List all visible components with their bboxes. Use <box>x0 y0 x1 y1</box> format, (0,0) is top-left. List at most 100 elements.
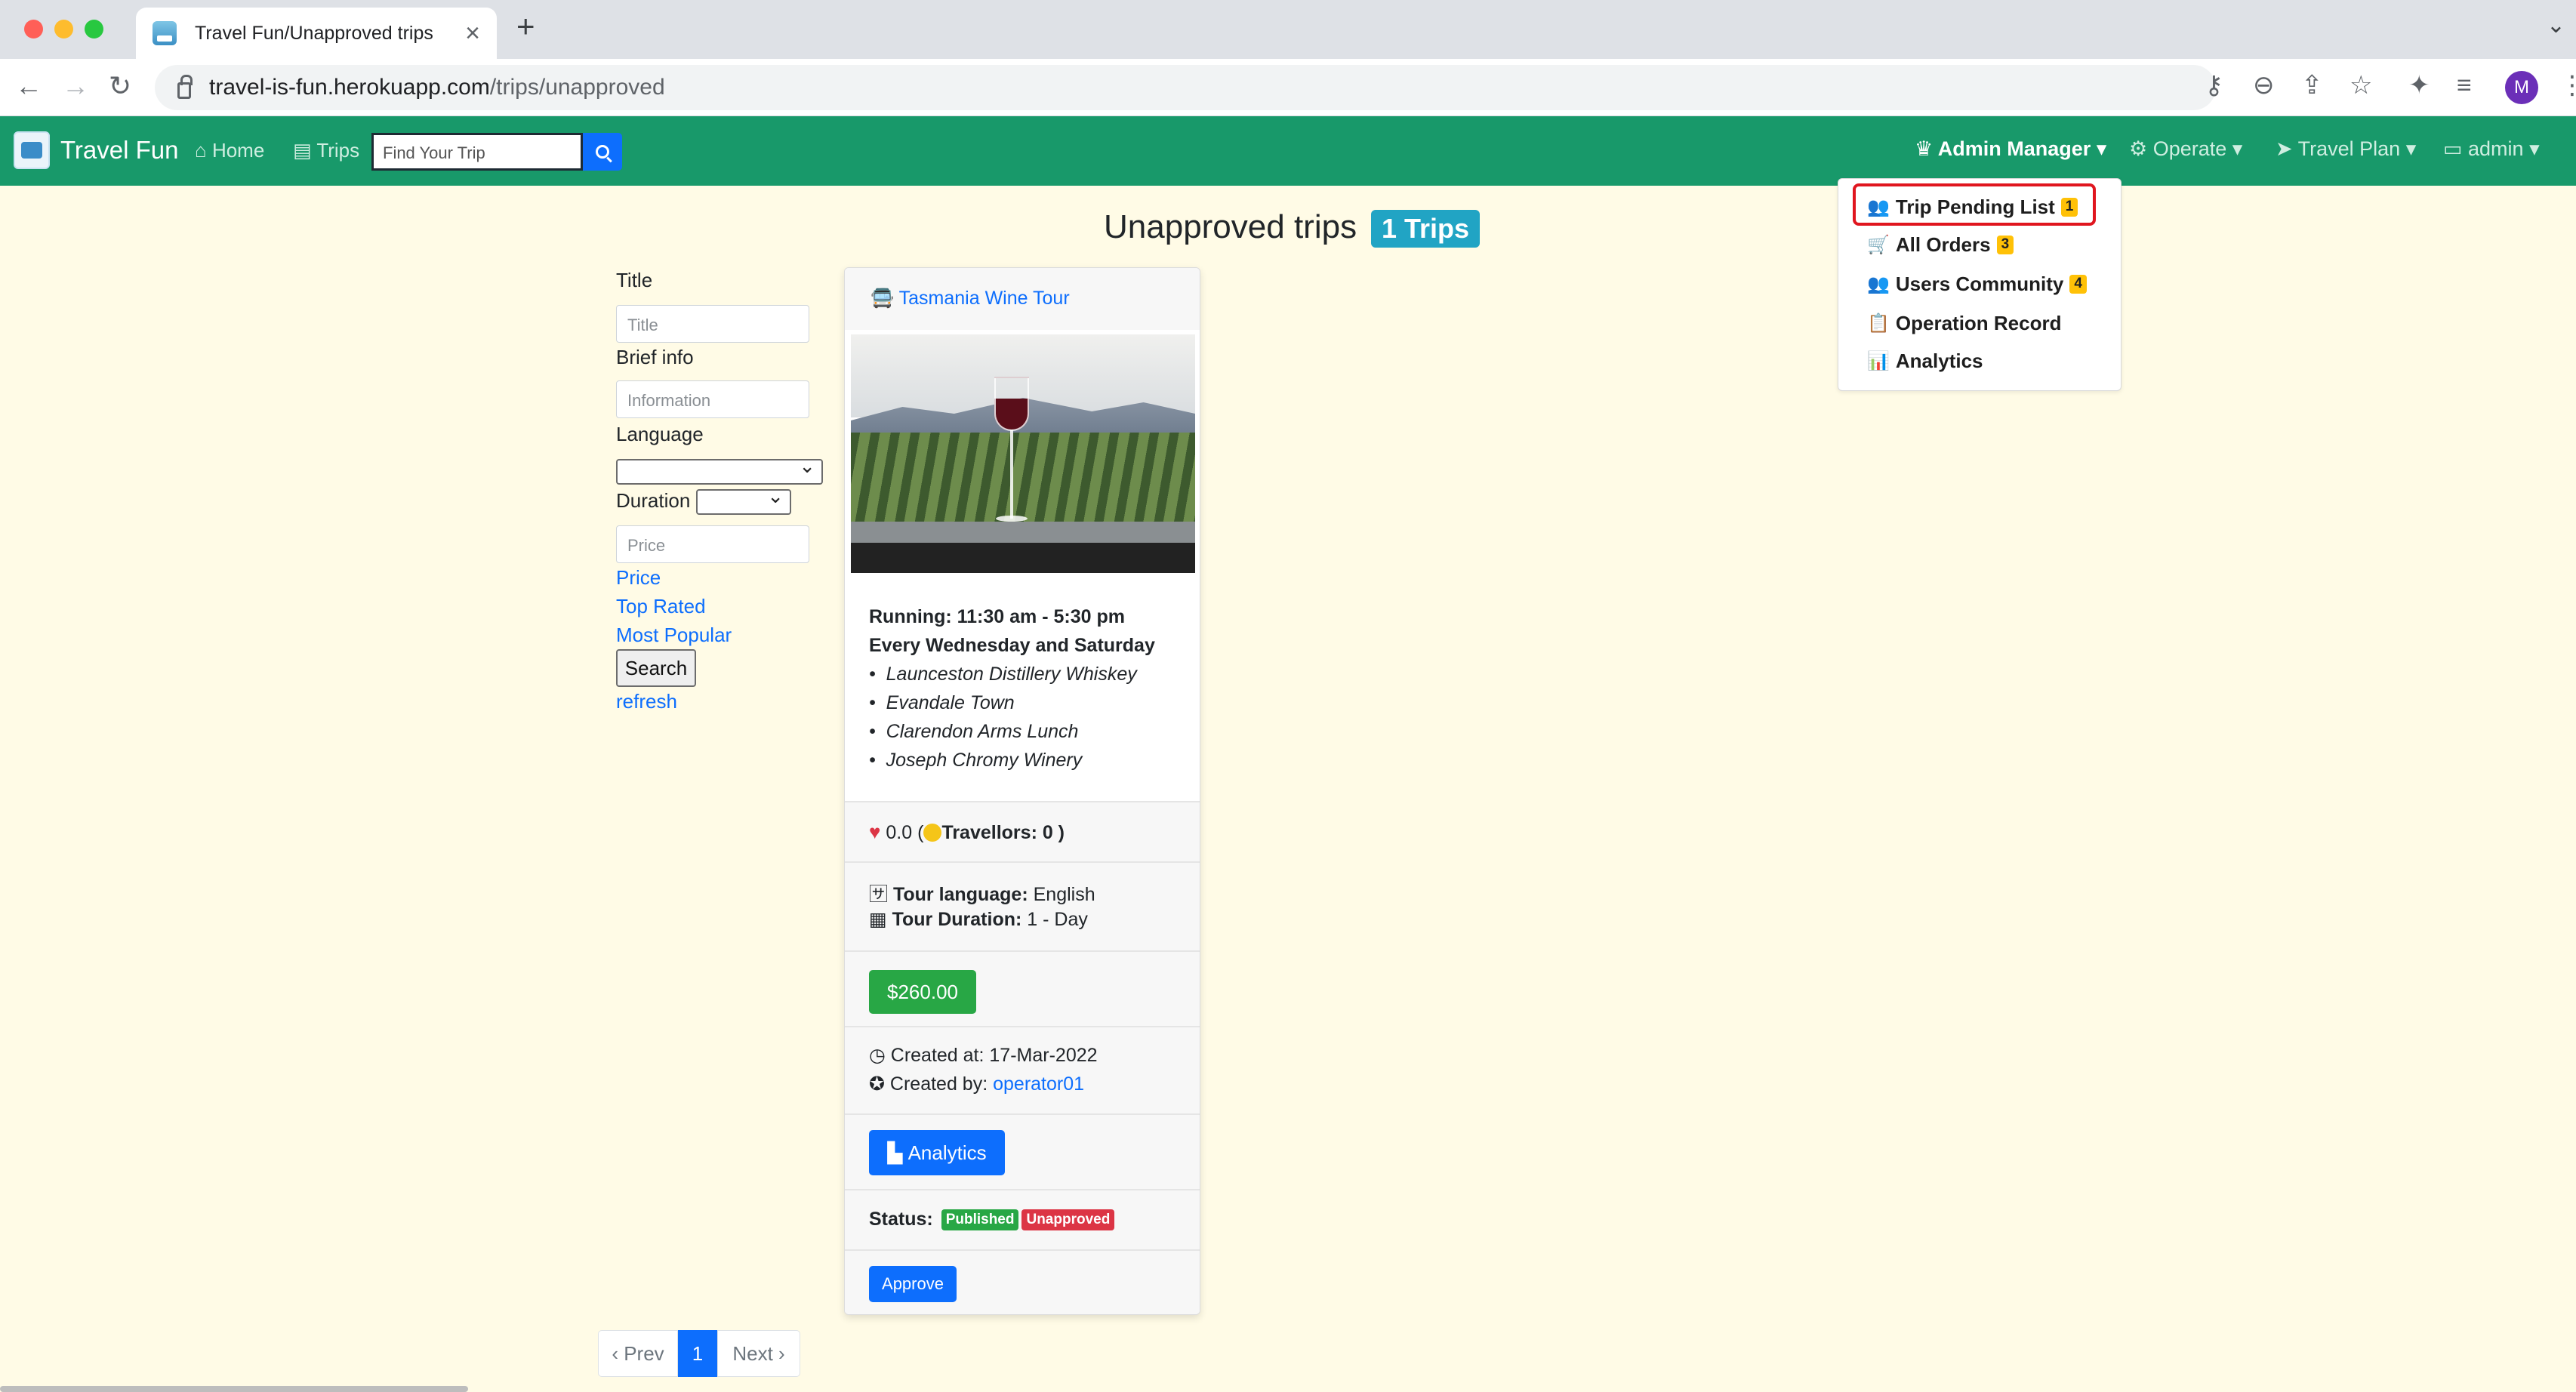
trip-title: Tasmania Wine Tour <box>898 288 1070 309</box>
trip-stop: • Joseph Chromy Winery <box>869 750 1083 771</box>
horizontal-scrollbar[interactable] <box>0 1386 468 1392</box>
id-card-icon: ▭ <box>2443 137 2469 160</box>
bus-icon: 🚍 <box>870 288 899 309</box>
home-icon: ⌂ <box>195 139 212 162</box>
trip-search-button[interactable] <box>583 133 622 171</box>
trip-running: Running: 11:30 am - 5:30 pm <box>869 606 1125 627</box>
new-tab-icon[interactable]: + <box>516 11 535 42</box>
url-host: travel-is-fun.herokuapp.com <box>209 75 490 100</box>
page-title: Unapproved trips <box>1104 208 1357 245</box>
nav-travel-plan-label: Travel Plan <box>2297 137 2401 160</box>
award-icon: ✪ <box>869 1073 890 1095</box>
pagination-prev[interactable]: ‹ Prev <box>598 1330 678 1377</box>
sort-most-popular-link[interactable]: Most Popular <box>616 624 732 647</box>
nav-home-label: Home <box>211 139 265 162</box>
calendar-icon: ▦ <box>869 909 892 930</box>
dropdown-item-analytics[interactable]: 📊 Analytics <box>1867 350 1983 373</box>
maximize-window-button[interactable] <box>85 20 103 38</box>
nav-admin[interactable]: ▭ admin ▾ <box>2443 137 2540 161</box>
site-favicon-icon <box>153 21 177 45</box>
trip-created-at: ◷ Created at: 17-Mar-2022 <box>869 1045 1098 1066</box>
approve-button[interactable]: Approve <box>869 1266 957 1302</box>
nav-operate-label: Operate <box>2152 137 2227 160</box>
trip-search-input[interactable]: Find Your Trip <box>371 133 583 171</box>
status-badge: Published <box>941 1209 1019 1230</box>
browser-tab[interactable]: Travel Fun/Unapproved trips × <box>136 8 497 59</box>
pagination-page-1[interactable]: 1 <box>678 1330 717 1377</box>
nav-admin-manager-label: Admin Manager <box>1937 137 2091 160</box>
language-icon: 🈂 <box>869 884 893 905</box>
tab-search-chevron-icon[interactable]: ⌄ <box>2547 12 2565 38</box>
dropdown-item-users-community[interactable]: 👥 Users Community 4 <box>1867 273 2087 296</box>
cart-icon: 🛒 <box>1867 235 1890 255</box>
filter-duration-select[interactable] <box>696 485 791 515</box>
sort-top-rated-link[interactable]: Top Rated <box>616 595 706 618</box>
profile-avatar[interactable]: M <box>2505 71 2538 104</box>
filter-language-select[interactable] <box>616 454 823 485</box>
dropdown-item-label: All Orders <box>1895 233 1991 256</box>
caret-down-icon: ▾ <box>2091 137 2107 160</box>
trip-card: 🚍 Tasmania Wine Tour Running: 11:30 am -… <box>844 267 1200 1315</box>
dropdown-item-label: Users Community <box>1895 273 2064 295</box>
dropdown-item-operation-record[interactable]: 📋 Operation Record <box>1867 312 2061 335</box>
price-button[interactable]: $260.00 <box>869 970 976 1014</box>
filter-title-input[interactable]: Title <box>616 305 809 343</box>
close-tab-icon[interactable]: × <box>465 20 480 46</box>
url-bar[interactable]: travel-is-fun.herokuapp.com/trips/unappr… <box>155 65 2216 110</box>
operator-link[interactable]: operator01 <box>993 1073 1084 1095</box>
minimize-window-button[interactable] <box>54 20 73 38</box>
filter-search-button[interactable]: Search <box>616 649 696 687</box>
browser-menu-icon[interactable]: ⋮ <box>2559 72 2576 98</box>
trip-stop: • Launceston Distillery Whiskey <box>869 664 1137 685</box>
brand-link[interactable]: Travel Fun <box>14 131 179 169</box>
users-icon: 👥 <box>1867 274 1890 294</box>
nav-admin-manager[interactable]: ♛ Admin Manager ▾ <box>1915 137 2106 161</box>
pagination-next[interactable]: Next › <box>717 1330 800 1377</box>
back-icon[interactable]: ← <box>15 72 42 100</box>
share-icon[interactable]: ⇪ <box>2301 72 2323 98</box>
caret-down-icon: ▾ <box>2400 137 2417 160</box>
forward-icon[interactable]: → <box>62 72 89 100</box>
dropdown-item-all-orders[interactable]: 🛒 All Orders 3 <box>1867 233 2014 257</box>
filter-brief-input[interactable]: Information <box>616 380 809 418</box>
nav-travel-plan[interactable]: ➤ Travel Plan ▾ <box>2276 137 2416 161</box>
nav-operate[interactable]: ⚙ Operate ▾ <box>2129 137 2242 161</box>
analytics-button[interactable]: ▙ Analytics <box>869 1130 1005 1175</box>
search-icon <box>596 145 609 159</box>
heart-icon: ♥ <box>869 821 881 843</box>
filter-language-label: Language <box>616 423 704 445</box>
close-window-button[interactable] <box>24 20 43 38</box>
nav-home[interactable]: ⌂ Home <box>195 139 264 162</box>
trip-stop: • Evandale Town <box>869 692 1015 713</box>
clipboard-icon: 📋 <box>1867 313 1890 334</box>
user-gear-icon: ⚙ <box>2129 137 2153 160</box>
chart-icon: 📊 <box>1867 351 1890 371</box>
crown-icon: ♛ <box>1915 137 1938 160</box>
filter-price-input[interactable]: Price <box>616 525 809 563</box>
brand-logo-icon <box>14 131 50 169</box>
caret-down-icon: ▾ <box>2523 137 2540 160</box>
reload-icon[interactable]: ↻ <box>109 72 131 100</box>
reading-list-icon[interactable]: ≡ <box>2457 72 2472 98</box>
trip-stop: • Clarendon Arms Lunch <box>869 721 1079 742</box>
trip-title-link[interactable]: 🚍 Tasmania Wine Tour <box>870 288 1070 310</box>
tab-title: Travel Fun/Unapproved trips <box>195 22 433 44</box>
url-path: /trips/unapproved <box>489 75 665 100</box>
bookmark-star-icon[interactable]: ☆ <box>2350 72 2372 98</box>
zoom-icon[interactable]: ⊖ <box>2253 72 2275 98</box>
sort-price-link[interactable]: Price <box>616 566 661 590</box>
key-icon[interactable]: ⚷ <box>2205 72 2223 98</box>
dropdown-item-label: Analytics <box>1895 350 1983 372</box>
chart-icon: ▙ <box>887 1141 908 1164</box>
refresh-link[interactable]: refresh <box>616 690 677 713</box>
site-navbar: Travel Fun ⌂ Home ▤ Trips Find Your Trip… <box>0 116 2576 186</box>
trip-status: Status: Published Unapproved <box>869 1209 1115 1230</box>
highlight-box <box>1853 183 2096 226</box>
trip-price-section: $260.00 <box>845 950 1200 1026</box>
filter-brief-label: Brief info <box>616 346 694 368</box>
filter-title-label: Title <box>616 269 653 291</box>
extensions-puzzle-icon[interactable]: ✦ <box>2408 72 2430 98</box>
trip-status-section: Status: Published Unapproved <box>845 1189 1200 1249</box>
nav-trips[interactable]: ▤ Trips <box>293 139 359 162</box>
smile-icon <box>923 824 942 842</box>
